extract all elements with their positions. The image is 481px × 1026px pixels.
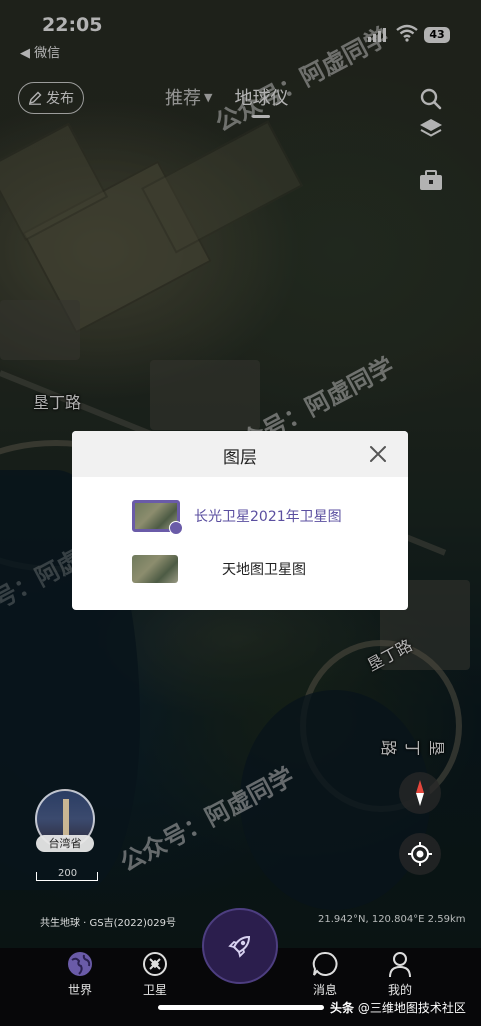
layer-option-tianditu[interactable]: 天地图卫星图 — [132, 555, 306, 583]
message-icon — [312, 951, 338, 976]
locate-button[interactable] — [399, 833, 441, 875]
compass-button[interactable] — [399, 772, 441, 814]
source-author: @三维地图技术社区 — [357, 1001, 466, 1015]
globe-icon — [68, 952, 92, 976]
dialog-title: 图层 — [223, 448, 257, 468]
user-icon — [389, 952, 411, 978]
source-credit: 头条 @三维地图技术社区 — [330, 999, 466, 1016]
map-scale-value: 200 — [58, 868, 78, 879]
dialog-header: 图层 — [72, 431, 408, 477]
selected-check-icon — [169, 521, 183, 535]
nav-profile[interactable]: 我的 — [370, 948, 430, 998]
close-icon[interactable] — [368, 444, 388, 464]
nav-profile-label: 我的 — [387, 983, 412, 997]
center-launch-button[interactable] — [202, 908, 278, 984]
layer-label: 天地图卫星图 — [222, 562, 306, 578]
layer-label: 长光卫星2021年卫星图 — [194, 509, 342, 525]
source-platform: 头条 — [330, 1001, 355, 1015]
satellite-icon — [143, 952, 167, 976]
map-copyright: 共生地球 · GS吉(2022)029号 — [40, 918, 176, 929]
layers-dialog: 图层 长光卫星2021年卫星图 天地图卫星图 — [72, 431, 408, 610]
nav-messages[interactable]: 消息 — [295, 948, 355, 998]
nav-satellite-label: 卫星 — [142, 983, 167, 997]
nav-satellite[interactable]: 卫星 — [125, 948, 185, 998]
nav-world-label: 世界 — [67, 983, 92, 997]
nav-messages-label: 消息 — [312, 983, 337, 997]
map-coordinates: 21.942°N, 120.804°E 2.59km — [318, 914, 466, 925]
region-shortcut[interactable]: 台湾省 — [35, 789, 95, 852]
region-label: 台湾省 — [36, 835, 94, 852]
nav-world[interactable]: 世界 — [50, 948, 110, 998]
compass-icon — [416, 780, 424, 806]
home-indicator — [158, 1005, 324, 1010]
rocket-icon — [228, 935, 251, 958]
layer-option-changguang[interactable]: 长光卫星2021年卫星图 — [132, 500, 342, 535]
layer-thumbnail — [132, 500, 183, 535]
crosshair-icon — [408, 842, 432, 866]
layer-thumbnail — [132, 555, 178, 583]
